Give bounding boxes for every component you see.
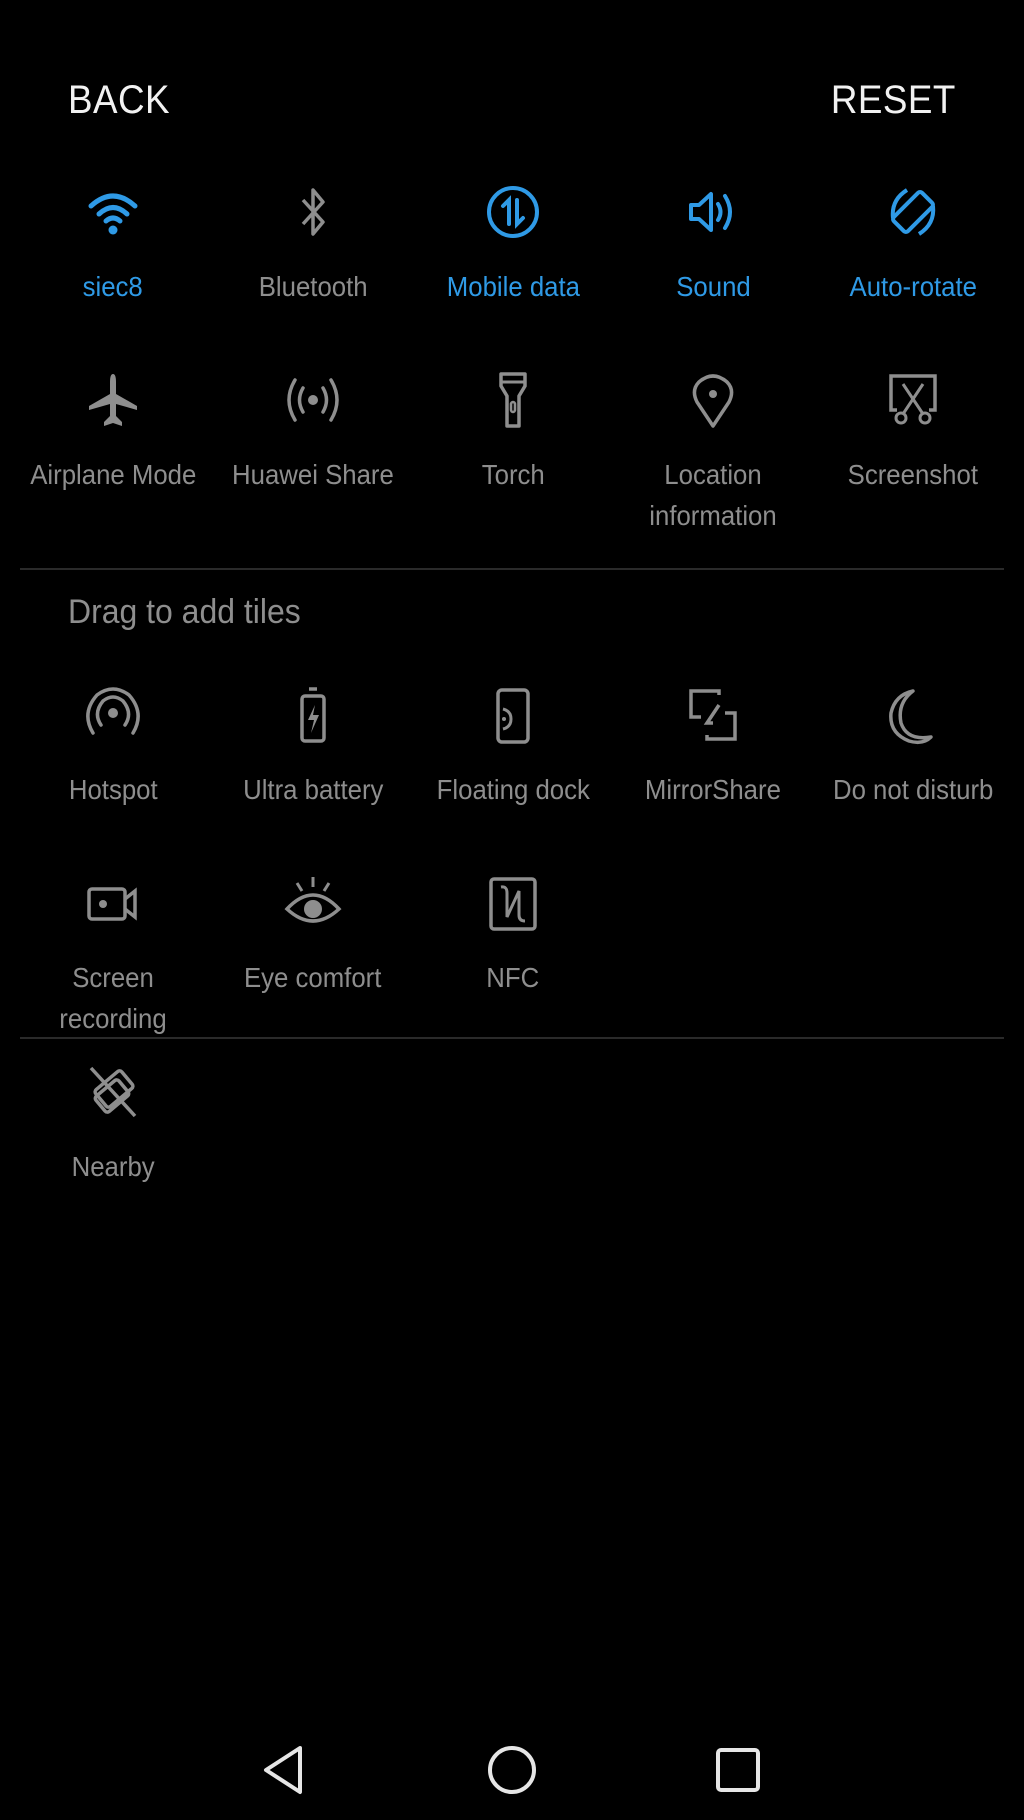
nearby-icon: [81, 1060, 145, 1124]
divider: [20, 1037, 1004, 1039]
tile-do-not-disturb[interactable]: Do not disturb: [813, 683, 1013, 871]
tile-sound[interactable]: Sound: [613, 180, 813, 368]
top-bar: BACK RESET: [0, 78, 1024, 128]
back-triangle-icon: [264, 1746, 302, 1794]
tile-nfc[interactable]: NFC: [413, 871, 613, 1059]
tile-ultra-battery[interactable]: Ultra battery: [213, 683, 413, 871]
back-button[interactable]: BACK: [68, 78, 170, 123]
divider: [20, 568, 1004, 570]
airplane-icon: [81, 368, 145, 432]
tile-auto-rotate[interactable]: Auto-rotate: [813, 180, 1013, 368]
extra-tiles-grid: Nearby: [13, 1060, 1013, 1248]
tile-airplane-mode[interactable]: Airplane Mode: [13, 368, 213, 556]
tile-mirrorshare[interactable]: MirrorShare: [613, 683, 813, 871]
moon-icon: [881, 683, 945, 747]
tile-label: Ultra battery: [242, 774, 384, 805]
tile-label: Torch: [481, 459, 545, 490]
tile-screenshot[interactable]: Screenshot: [813, 368, 1013, 556]
screen-recording-icon: [81, 871, 145, 935]
tile-floating-dock[interactable]: Floating dock: [413, 683, 613, 871]
screenshot-icon: [881, 368, 945, 432]
mobile-data-icon: [481, 180, 545, 244]
tile-label: Hotspot: [68, 774, 158, 805]
tile-label: Do not disturb: [832, 774, 994, 805]
nav-home-button[interactable]: [480, 1738, 544, 1802]
tile-mobile-data[interactable]: Mobile data: [413, 180, 613, 368]
tile-label: NFC: [486, 962, 540, 993]
bluetooth-icon: [281, 180, 345, 244]
tile-label: Sound: [675, 271, 751, 302]
huawei-share-icon: [281, 368, 345, 432]
section-title: Drag to add tiles: [68, 593, 301, 631]
tile-bluetooth[interactable]: Bluetooth: [213, 180, 413, 368]
tile-label: Location information: [649, 459, 777, 531]
eye-comfort-icon: [281, 871, 345, 935]
nav-back-button[interactable]: [252, 1738, 316, 1802]
tile-location-information[interactable]: Location information: [613, 368, 813, 556]
tile-label: siec8: [82, 271, 144, 302]
tile-label: Airplane Mode: [29, 459, 197, 490]
tile-label: Floating dock: [436, 774, 590, 805]
hotspot-icon: [81, 683, 145, 747]
nfc-icon: [481, 871, 545, 935]
tile-nearby[interactable]: Nearby: [13, 1060, 213, 1248]
mirrorshare-icon: [681, 683, 745, 747]
home-circle-icon: [488, 1746, 536, 1794]
ultra-battery-icon: [281, 683, 345, 747]
recents-square-icon: [716, 1748, 760, 1792]
reset-button[interactable]: RESET: [831, 78, 956, 123]
add-tiles-grid: Hotspot Ultra battery Floating dock MirrorS…: [13, 683, 1013, 1059]
nav-recents-button[interactable]: [706, 1738, 770, 1802]
tile-eye-comfort[interactable]: Eye comfort: [213, 871, 413, 1059]
tile-label: Eye comfort: [244, 962, 382, 993]
tile-siec8[interactable]: siec8: [13, 180, 213, 368]
tile-label: Auto-rotate: [849, 271, 977, 302]
tile-torch[interactable]: Torch: [413, 368, 613, 556]
tile-label: Mobile data: [446, 271, 580, 302]
sound-icon: [681, 180, 745, 244]
floating-dock-icon: [481, 683, 545, 747]
tile-label: Huawei Share: [232, 459, 394, 490]
auto-rotate-icon: [881, 180, 945, 244]
navigation-bar: [0, 1730, 1024, 1810]
tile-label: Screenshot: [847, 459, 979, 490]
location-icon: [681, 368, 745, 432]
tile-label: MirrorShare: [645, 774, 781, 805]
tile-hotspot[interactable]: Hotspot: [13, 683, 213, 871]
active-tiles-grid: siec8 Bluetooth Mobile data Sound Auto-rotat…: [13, 180, 1013, 556]
tile-huawei-share[interactable]: Huawei Share: [213, 368, 413, 556]
tile-label: Nearby: [71, 1151, 155, 1182]
tile-label: Screen recording: [59, 962, 167, 1034]
tile-label: Bluetooth: [258, 271, 368, 302]
wifi-icon: [81, 180, 145, 244]
tile-screen-recording[interactable]: Screen recording: [13, 871, 213, 1059]
torch-icon: [481, 368, 545, 432]
